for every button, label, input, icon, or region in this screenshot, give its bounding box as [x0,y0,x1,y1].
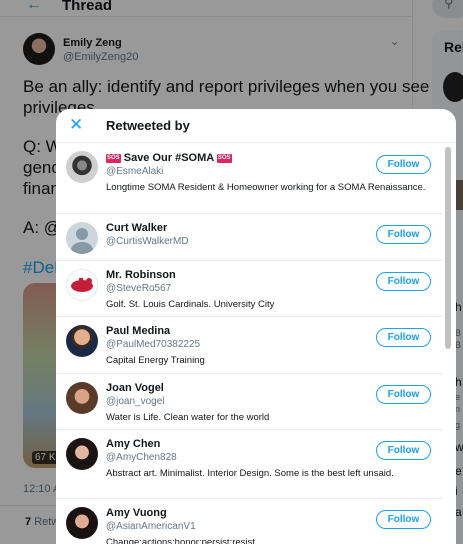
user-bio: Longtime SOMA Resident & Homeowner worki… [106,182,426,193]
sos-badge-icon: SOS [106,154,121,163]
user-handle: @AsianAmericanV1 [106,521,196,532]
user-row[interactable]: Amy Chen @AmyChen828 Abstract art. Minim… [56,430,442,499]
follow-button[interactable]: Follow [376,385,431,404]
user-name-text: Save Our #SOMA [123,152,214,164]
user-handle: @CurtisWalkerMD [106,236,189,247]
cardinals-logo-icon [66,269,98,301]
user-handle: @joan_vogel [106,396,165,407]
user-name: SOS Save Our #SOMA SOS [106,152,232,164]
user-handle: @EsmeAlaki [106,166,164,177]
dialog-header: ✕ Retweeted by [56,109,456,143]
user-handle: @AmyChen828 [106,452,177,463]
sos-badge-icon: SOS [216,154,232,163]
user-bio: Abstract art. Minimalist. Interior Desig… [106,468,394,479]
close-icon[interactable]: ✕ [69,116,83,133]
user-name: Joan Vogel [106,382,164,394]
user-bio: Golf. St. Louis Cardinals. University Ci… [106,299,275,310]
user-row[interactable]: Curt Walker @CurtisWalkerMD Follow [56,214,442,261]
retweeted-by-dialog: ✕ Retweeted by SOS Save Our #SOMA SOS @E… [56,109,456,544]
woman-portrait-icon [66,507,98,539]
user-row[interactable]: Mr. Robinson @SteveRo567 Golf. St. Louis… [56,261,442,317]
follow-button[interactable]: Follow [376,510,431,529]
user-handle: @PaulMed70382225 [106,339,201,350]
user-name: Curt Walker [106,222,168,234]
woman-portrait-icon [66,438,98,470]
woman-portrait-icon [66,382,98,414]
scrollbar-thumb[interactable] [445,147,451,349]
follow-button[interactable]: Follow [376,272,431,291]
user-row[interactable]: Amy Vuong @AsianAmericanV1 Change:action… [56,499,442,544]
bw-photo-icon [66,151,98,183]
follow-button[interactable]: Follow [376,441,431,460]
dialog-title: Retweeted by [106,118,190,133]
follow-button[interactable]: Follow [376,225,431,244]
follow-button[interactable]: Follow [376,155,431,174]
user-name: Mr. Robinson [106,269,176,281]
follow-button[interactable]: Follow [376,328,431,347]
user-name: Amy Vuong [106,507,167,519]
user-bio: Water is Life. Clean water for the world [106,412,270,423]
retweeter-list: SOS Save Our #SOMA SOS @EsmeAlaki Longti… [56,144,442,544]
default-avatar-icon [66,222,98,254]
user-row[interactable]: Joan Vogel @joan_vogel Water is Life. Cl… [56,374,442,430]
user-row[interactable]: Paul Medina @PaulMed70382225 Capital Ene… [56,317,442,374]
user-row[interactable]: SOS Save Our #SOMA SOS @EsmeAlaki Longti… [56,144,442,214]
user-name: Paul Medina [106,325,171,337]
user-handle: @SteveRo567 [106,283,172,294]
user-bio: Capital Energy Training [106,355,205,366]
man-portrait-icon [66,325,98,357]
user-name: Amy Chen [106,438,161,450]
user-bio: Change:actions:honor:persist:resist [106,537,255,544]
